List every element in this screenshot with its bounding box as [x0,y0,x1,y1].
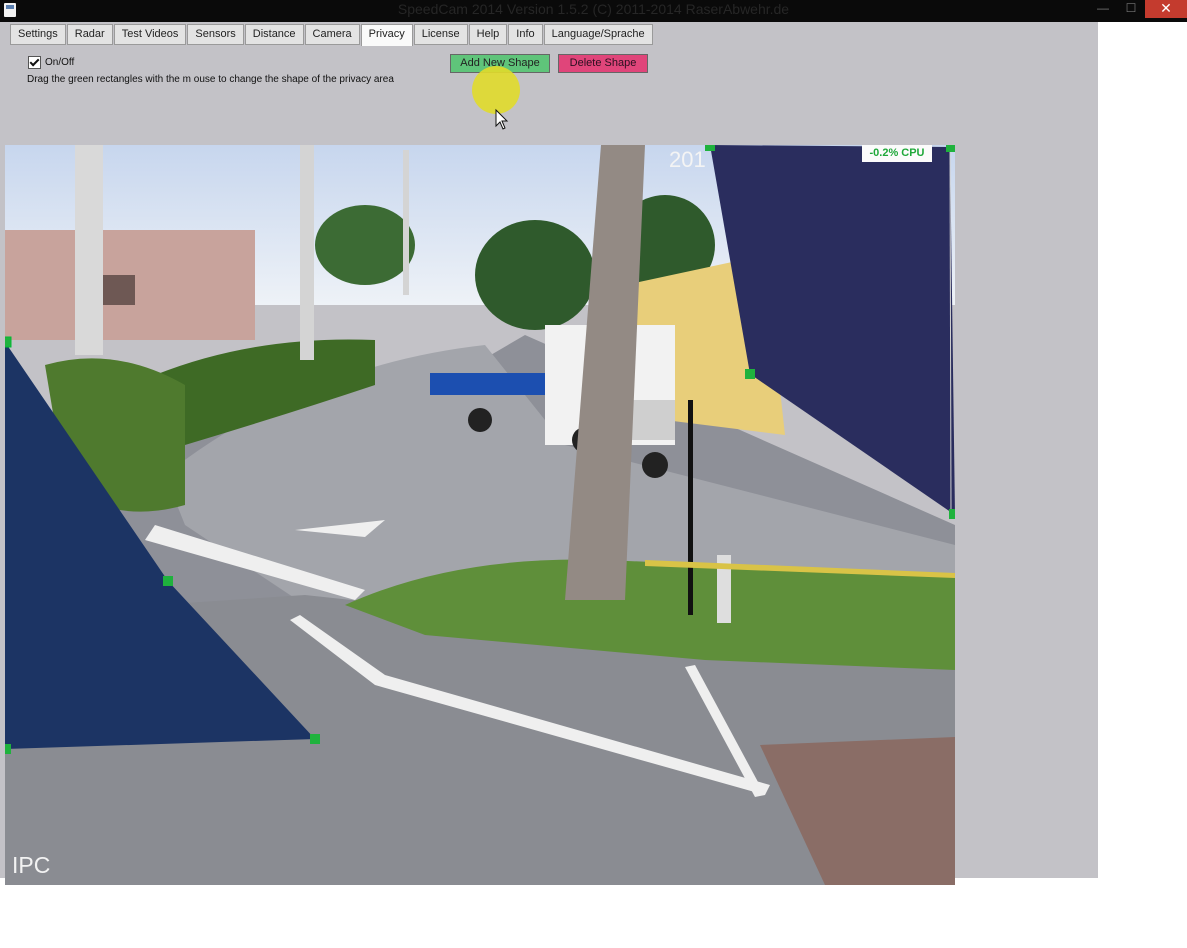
tree [475,220,595,330]
video-timestamp: 201 [669,147,706,172]
video-scene: 201 [5,145,955,885]
mouse-pointer-icon [495,108,509,130]
delete-shape-button[interactable]: Delete Shape [558,54,648,73]
privacy-hint-text: Drag the green rectangles with the m ous… [27,74,394,85]
tab-distance[interactable]: Distance [244,24,304,45]
tab-camera[interactable]: Camera [304,24,360,45]
shape-drag-handle[interactable] [745,369,755,379]
shape-drag-handle[interactable] [705,145,715,151]
utility-pole [75,145,103,355]
tree [315,205,415,285]
tab-license[interactable]: License [413,24,468,45]
tab-sensors[interactable]: Sensors [187,24,244,45]
shape-drag-handle[interactable] [946,145,955,152]
shape-drag-handle[interactable] [949,509,955,519]
shape-drag-handle[interactable] [5,744,11,754]
tab-test-videos[interactable]: Test Videos [113,24,187,45]
utility-pole [300,145,314,360]
close-button[interactable]: ✕ [1145,0,1187,18]
onoff-label: On/Off [45,57,75,68]
cursor-highlight [472,66,520,114]
tab-settings[interactable]: Settings [10,24,66,45]
window-title: SpeedCam 2014 Version 1.5.2 (C) 2011-201… [397,1,790,17]
tab-bar: Settings Radar Test Videos Sensors Dista… [10,24,654,46]
camera-label: IPC [12,852,51,878]
tab-help[interactable]: Help [468,24,508,45]
cpu-usage-label: -0.2% CPU [862,145,932,162]
tab-info[interactable]: Info [508,24,543,45]
tab-privacy[interactable]: Privacy [360,24,413,46]
utility-pole [403,150,409,295]
shape-drag-handle[interactable] [163,576,173,586]
title-bar: SpeedCam 2014 Version 1.5.2 (C) 2011-201… [0,0,1187,22]
maximize-button[interactable]: ☐ [1120,0,1142,18]
tab-radar[interactable]: Radar [66,24,113,45]
privacy-onoff-toggle[interactable]: On/Off [28,56,74,69]
tab-language[interactable]: Language/Sprache [543,24,653,45]
shape-drag-handle[interactable] [310,734,320,744]
window [100,275,135,305]
onoff-checkbox[interactable] [28,56,41,69]
camera-video-feed[interactable]: 201 [5,145,955,885]
sign-post [688,400,693,615]
minimize-button[interactable]: — [1092,0,1114,18]
window-bottom-area [0,885,1098,948]
shape-drag-handle[interactable] [5,336,12,348]
